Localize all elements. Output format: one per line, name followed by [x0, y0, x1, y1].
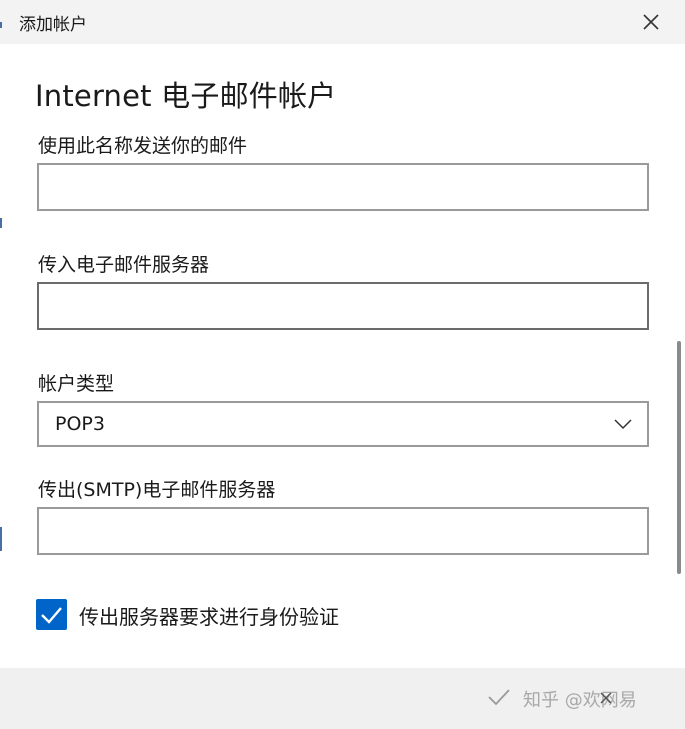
close-button[interactable] — [639, 10, 663, 34]
close-icon — [600, 692, 612, 704]
send-name-label: 使用此名称发送你的邮件 — [38, 135, 248, 157]
send-name-input[interactable] — [37, 163, 649, 211]
left-edge-mark — [0, 527, 2, 551]
watermark: 知乎 @欢网易 — [523, 690, 637, 711]
incoming-server-input[interactable] — [37, 282, 649, 330]
close-icon — [643, 14, 659, 30]
add-account-dialog: 添加帐户 Internet 电子邮件帐户 使用此名称发送你的邮件 传入电子邮件服… — [0, 0, 685, 729]
outgoing-server-input[interactable] — [37, 507, 649, 555]
window-title: 添加帐户 — [19, 15, 87, 35]
left-edge-mark — [0, 218, 2, 228]
footer-bar: 知乎 @欢网易 — [0, 668, 685, 729]
incoming-server-label: 传入电子邮件服务器 — [38, 254, 210, 276]
page-title: Internet 电子邮件帐户 — [35, 79, 337, 113]
checkmark-icon — [41, 607, 62, 624]
sign-in-button[interactable] — [486, 685, 512, 709]
account-type-value: POP3 — [55, 413, 105, 435]
chevron-down-icon — [614, 419, 632, 430]
checkmark-icon — [488, 689, 510, 706]
auth-checkbox[interactable] — [36, 599, 67, 630]
cancel-button[interactable] — [599, 690, 613, 704]
account-type-select[interactable]: POP3 — [37, 401, 649, 447]
auth-checkbox-label: 传出服务器要求进行身份验证 — [79, 605, 339, 629]
scrollbar-thumb[interactable] — [677, 341, 681, 574]
title-bar: 添加帐户 — [0, 0, 685, 44]
outgoing-server-label: 传出(SMTP)电子邮件服务器 — [38, 479, 276, 501]
account-type-label: 帐户类型 — [38, 373, 115, 395]
left-edge-mark — [0, 22, 2, 28]
